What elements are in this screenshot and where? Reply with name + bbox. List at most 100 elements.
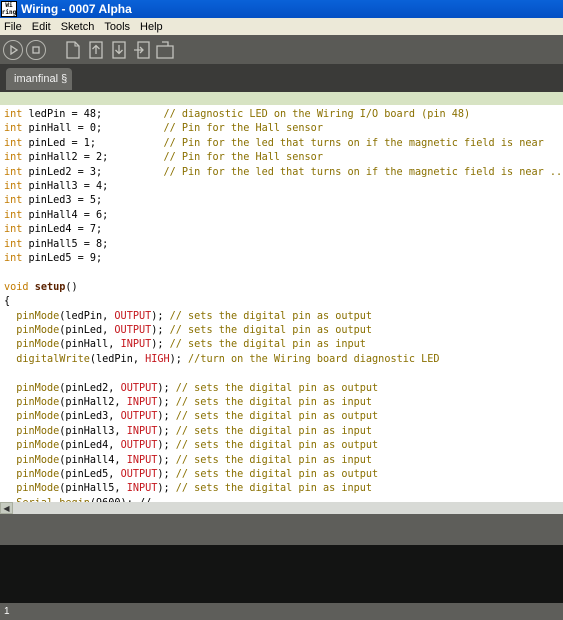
code-token: int [4, 238, 23, 250]
code-token: int [4, 109, 23, 120]
code-token: // sets the digital pin as input [175, 483, 373, 495]
new-icon [66, 40, 80, 59]
code-token: pinMode [16, 325, 60, 336]
code-token: pinHall3 = 4; [22, 181, 109, 192]
code-token: (pinLed, [59, 325, 115, 336]
code-token: (pinLed4, [59, 440, 121, 452]
code-token: OUTPUT [120, 469, 158, 480]
code-token: ); [157, 440, 176, 452]
code-token: pinMode [16, 339, 60, 351]
code-line: int pinHall3 = 4; [4, 180, 108, 194]
code-token: (ledPin, [59, 310, 115, 322]
code-token: // Pin for the Hall sensor [163, 152, 323, 164]
code-line: int pinHall5 = 8; [4, 238, 108, 252]
serial-monitor-button[interactable] [155, 40, 175, 60]
code-token: pinHall = 0; [22, 123, 164, 135]
code-token: digitalWrite [16, 353, 90, 365]
code-token: // Pin for the Hall sensor [163, 123, 323, 135]
editor-header-strip [0, 92, 563, 105]
code-line: void setup() [4, 281, 78, 295]
code-line: pinMode(pinLed4, OUTPUT); // sets the di… [4, 439, 378, 453]
upload-button[interactable] [132, 40, 152, 60]
code-token: { [4, 296, 11, 308]
code-token: // sets the digital pin as input [175, 425, 373, 437]
code-editor[interactable]: int ledPin = 48; // diagnostic LED on th… [0, 105, 563, 502]
open-button[interactable] [86, 40, 106, 60]
scroll-left-button[interactable]: ◀ [0, 502, 13, 514]
menu-sketch[interactable]: Sketch [57, 21, 101, 33]
code-token: OUTPUT [114, 325, 152, 336]
code-line: int pinLed5 = 9; [4, 252, 102, 266]
code-line: pinMode(pinLed, OUTPUT); // sets the dig… [4, 324, 372, 338]
code-token: (pinHall5, [59, 483, 127, 495]
code-token: (ledPin, [89, 353, 146, 365]
code-token: int [4, 137, 23, 149]
code-token: int [4, 152, 23, 164]
run-icon [10, 44, 18, 55]
code-token: // sets the digital pin as input [169, 339, 366, 351]
code-token: // sets the digital pin as output [169, 310, 373, 322]
code-token: OUTPUT [114, 310, 152, 322]
code-token: (pinHall3, [59, 425, 127, 437]
code-line: { [4, 295, 10, 309]
code-token: INPUT [126, 454, 158, 466]
app-icon-text-bottom: ring [1, 9, 17, 16]
wiring-app-icon[interactable]: Wi ring [1, 1, 17, 17]
console-output [0, 545, 563, 603]
code-token: (pinLed2, [59, 382, 121, 394]
code-token: (pinLed5, [59, 469, 121, 480]
code-token: // sets the digital pin as output [175, 382, 379, 394]
code-token: int [4, 166, 23, 178]
code-token: // sets the digital pin as output [175, 440, 379, 452]
menu-file[interactable]: File [0, 21, 28, 33]
save-button[interactable] [109, 40, 129, 60]
code-line: int pinHall2 = 2; // Pin for the Hall se… [4, 151, 323, 165]
tab-imanfinal[interactable]: imanfinal § [6, 68, 72, 90]
code-token: pinMode [16, 411, 60, 423]
new-button[interactable] [63, 40, 83, 60]
upload-icon [134, 40, 150, 59]
code-line: int pinLed = 1; // Pin for the led that … [4, 137, 544, 151]
code-line: pinMode(pinHall4, INPUT); // sets the di… [4, 454, 372, 468]
code-token: (pinLed3, [59, 411, 121, 423]
toolbar [0, 35, 563, 64]
tab-bar: imanfinal § [0, 64, 563, 92]
serial-monitor-icon [156, 40, 174, 59]
window-title: Wiring - 0007 Alpha [21, 2, 132, 16]
stop-icon [32, 45, 40, 54]
horizontal-scrollbar[interactable]: ◀ [0, 502, 563, 514]
menu-edit[interactable]: Edit [28, 21, 57, 33]
code-line: int pinLed3 = 5; [4, 194, 102, 208]
run-button[interactable] [3, 39, 23, 60]
code-line: int pinLed2 = 3; // Pin for the led that… [4, 166, 563, 180]
code-token: () [65, 281, 78, 293]
code-token: int [4, 253, 23, 264]
code-token: INPUT [126, 425, 158, 437]
code-line: pinMode(pinHall3, INPUT); // sets the di… [4, 425, 372, 439]
menu-tools[interactable]: Tools [100, 21, 136, 33]
code-line: pinMode(pinLed5, OUTPUT); // sets the di… [4, 468, 378, 482]
code-token: ); [151, 339, 170, 351]
menu-help[interactable]: Help [136, 21, 169, 33]
code-line: int pinHall = 0; // Pin for the Hall sen… [4, 122, 323, 136]
menu-bar: File Edit Sketch Tools Help [0, 18, 563, 35]
code-token: OUTPUT [120, 440, 158, 452]
code-token: pinHall5 = 8; [22, 238, 109, 250]
code-token: ); [169, 353, 189, 365]
code-token: int [4, 181, 23, 192]
code-token: // sets the digital pin as input [175, 454, 373, 466]
code-token: (pinHall4, [59, 454, 127, 466]
line-status-bar: 1 [0, 603, 563, 620]
code-line: pinMode(ledPin, OUTPUT); // sets the dig… [4, 310, 372, 324]
code-token: pinMode [16, 483, 60, 495]
code-token: pinLed = 1; [22, 137, 164, 149]
stop-button[interactable] [26, 39, 46, 60]
code-token: ); [151, 325, 170, 336]
code-line: int pinLed4 = 7; [4, 223, 102, 237]
code-token: pinLed2 = 3; [22, 166, 164, 178]
code-token: int [4, 209, 23, 221]
